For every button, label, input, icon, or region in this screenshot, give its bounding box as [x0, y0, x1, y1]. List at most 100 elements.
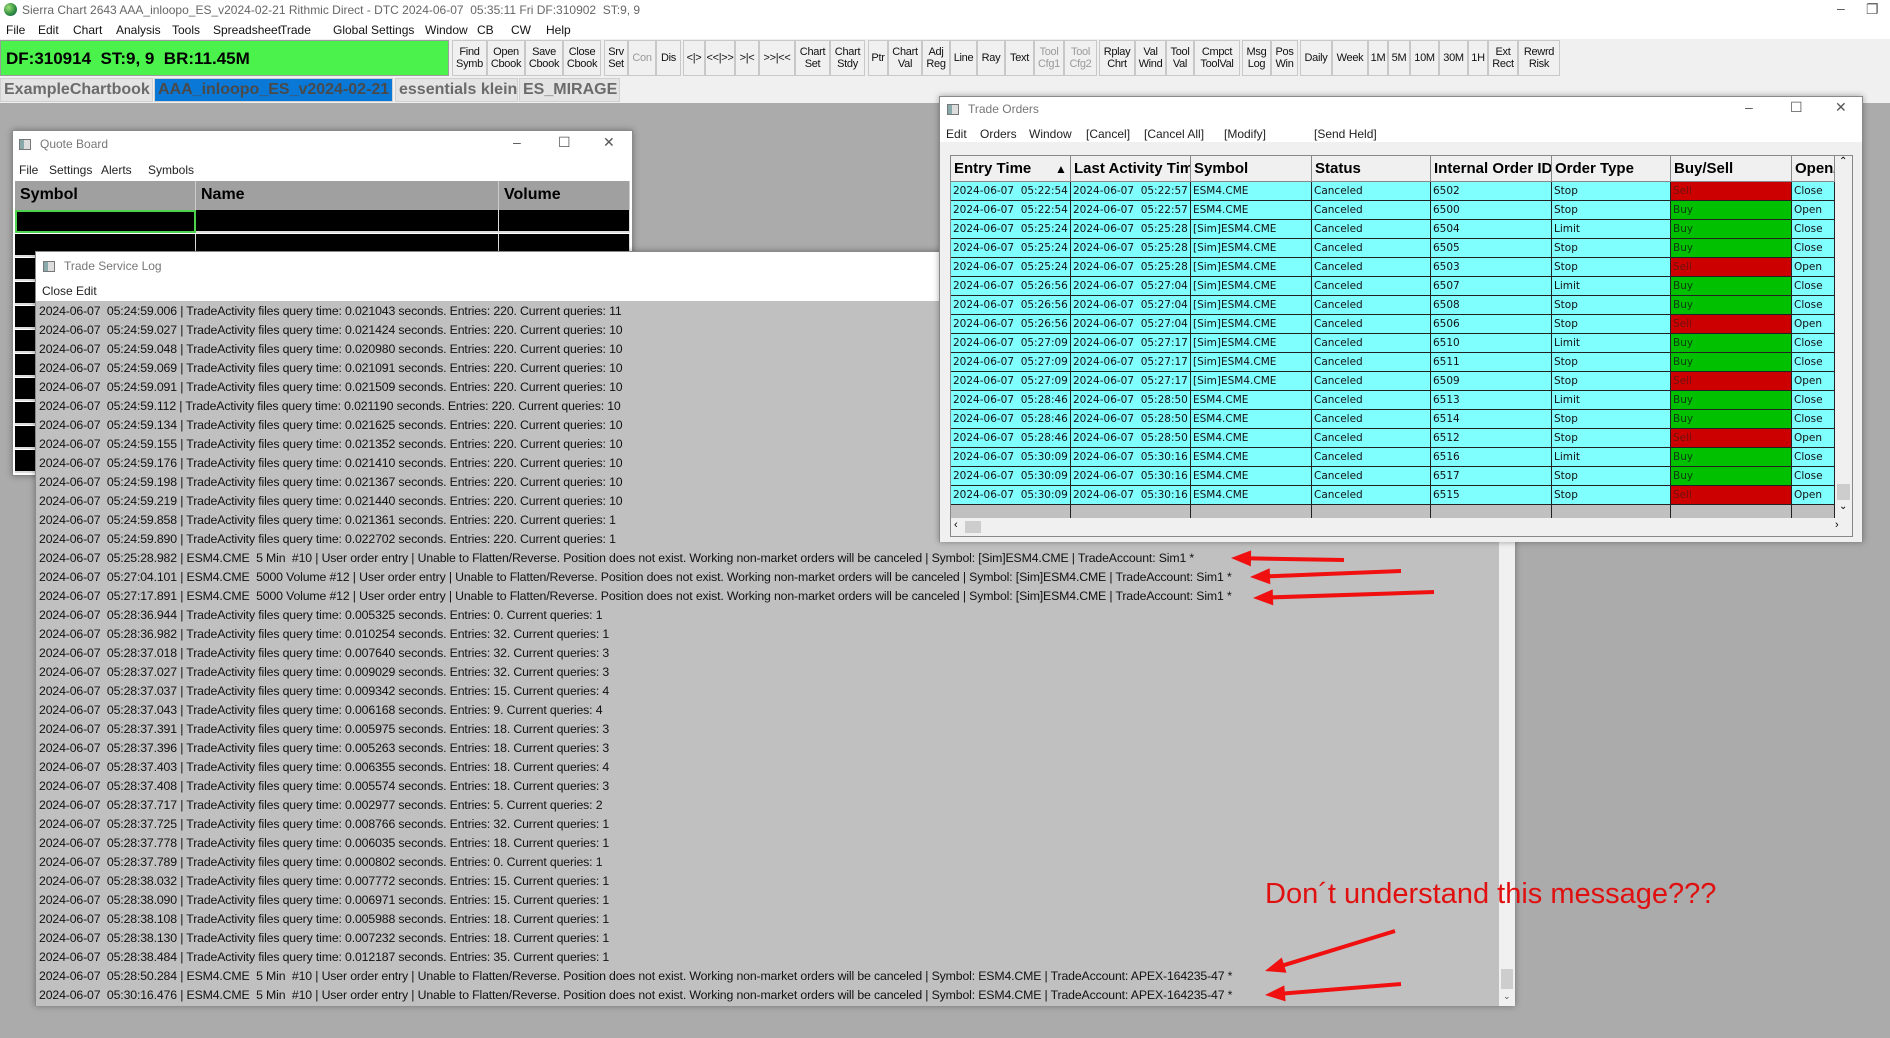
- order-cell-buy-sell[interactable]: Buy: [1671, 239, 1792, 258]
- menu-file[interactable]: File: [19, 163, 38, 177]
- order-cell-order-type[interactable]: Stop: [1552, 239, 1671, 258]
- order-cell-symbol[interactable]: [Sim]ESM4.CME: [1191, 296, 1312, 315]
- scroll-down-icon[interactable]: ⌄: [1503, 991, 1511, 1002]
- order-cell-open-close[interactable]: Open: [1792, 486, 1835, 505]
- order-cell-status[interactable]: Canceled: [1312, 410, 1431, 429]
- week-button[interactable]: Week: [1332, 40, 1368, 76]
- 30m-button[interactable]: 30M: [1439, 40, 1468, 76]
- order-cell-status[interactable]: Canceled: [1312, 467, 1431, 486]
- column-header-volume[interactable]: Volume: [499, 181, 630, 210]
- order-cell-buy-sell[interactable]: Buy: [1671, 277, 1792, 296]
- column-header-name[interactable]: Name: [196, 181, 499, 210]
- order-cell-status[interactable]: Canceled: [1312, 372, 1431, 391]
- order-cell-last-activity-time[interactable]: 2024-06-07 05:27:04: [1071, 277, 1191, 296]
- order-cell-status[interactable]: Canceled: [1312, 239, 1431, 258]
- order-cell-internal-order-id[interactable]: 6507: [1431, 277, 1552, 296]
- menu-cw[interactable]: CW: [511, 23, 531, 37]
- tab-es-mirage[interactable]: ES_MIRAGE: [519, 78, 620, 102]
- order-cell-symbol[interactable]: ESM4.CME: [1191, 201, 1312, 220]
- column-header-symbol[interactable]: Symbol: [1191, 156, 1312, 182]
- ray-button[interactable]: Ray: [977, 40, 1005, 76]
- order-cell-last-activity-time[interactable]: 2024-06-07 05:27:04: [1071, 315, 1191, 334]
- order-cell-entry-time[interactable]: 2024-06-07 05:27:09: [951, 372, 1071, 391]
- order-cell-internal-order-id[interactable]: 6508: [1431, 296, 1552, 315]
- restore-icon[interactable]: ❐: [1866, 1, 1879, 18]
- order-cell-symbol[interactable]: [Sim]ESM4.CME: [1191, 315, 1312, 334]
- order-cell-entry-time[interactable]: 2024-06-07 05:27:09: [951, 334, 1071, 353]
- order-cell-last-activity-time[interactable]: 2024-06-07 05:27:17: [1071, 353, 1191, 372]
- order-cell-buy-sell[interactable]: Sell: [1671, 182, 1792, 201]
- column-header-internal-order-id[interactable]: Internal Order ID: [1431, 156, 1552, 182]
- dis-button[interactable]: Dis: [656, 40, 681, 76]
- order-cell-last-activity-time[interactable]: 2024-06-07 05:22:57: [1071, 201, 1191, 220]
- order-cell-buy-sell[interactable]: Buy: [1671, 201, 1792, 220]
- order-cell-buy-sell[interactable]: Buy: [1671, 448, 1792, 467]
- 5m-button[interactable]: 5M: [1388, 40, 1410, 76]
- menu-close[interactable]: Close: [42, 284, 73, 298]
- adj-reg-button[interactable]: Adj Reg: [922, 40, 950, 76]
- srv-set-button[interactable]: Srv Set: [604, 40, 628, 76]
- ext-rect-button[interactable]: Ext Rect: [1488, 40, 1518, 76]
- order-cell-entry-time[interactable]: 2024-06-07 05:26:56: [951, 296, 1071, 315]
- tool-cfg2-button[interactable]: Tool Cfg2: [1064, 40, 1097, 76]
- order-cell-open-close[interactable]: Open: [1792, 429, 1835, 448]
- order-cell-internal-order-id[interactable]: 6515: [1431, 486, 1552, 505]
- order-cell-buy-sell[interactable]: Buy: [1671, 334, 1792, 353]
- order-cell-order-type[interactable]: Stop: [1552, 182, 1671, 201]
- menu-help[interactable]: Help: [546, 23, 571, 37]
- menu-file[interactable]: File: [6, 23, 25, 37]
- order-cell-status[interactable]: Canceled: [1312, 429, 1431, 448]
- order-cell-symbol[interactable]: [Sim]ESM4.CME: [1191, 258, 1312, 277]
- order-cell-entry-time[interactable]: 2024-06-07 05:28:46: [951, 429, 1071, 448]
- menu-orders[interactable]: Orders: [980, 127, 1017, 141]
- menu-edit[interactable]: Edit: [946, 127, 967, 141]
- order-cell-symbol[interactable]: ESM4.CME: [1191, 486, 1312, 505]
- menu-tools[interactable]: Tools: [172, 23, 200, 37]
- order-cell-symbol[interactable]: [Sim]ESM4.CME: [1191, 277, 1312, 296]
- order-cell-entry-time[interactable]: 2024-06-07 05:30:09: [951, 448, 1071, 467]
- order-cell-internal-order-id[interactable]: 6517: [1431, 467, 1552, 486]
- order-cell-buy-sell[interactable]: Buy: [1671, 410, 1792, 429]
- order-cell-status[interactable]: Canceled: [1312, 296, 1431, 315]
- order-cell-buy-sell[interactable]: Sell: [1671, 429, 1792, 448]
- order-cell-internal-order-id[interactable]: 6513: [1431, 391, 1552, 410]
- scroll-down-icon[interactable]: ⌄: [1839, 501, 1847, 512]
- tool-cfg1-button[interactable]: Tool Cfg1: [1034, 40, 1064, 76]
- order-cell-last-activity-time[interactable]: 2024-06-07 05:30:16: [1071, 467, 1191, 486]
- order-cell-symbol[interactable]: ESM4.CME: [1191, 467, 1312, 486]
- order-cell-open-close[interactable]: Close: [1792, 391, 1835, 410]
- order-cell-order-type[interactable]: Stop: [1552, 410, 1671, 429]
- order-cell-last-activity-time[interactable]: 2024-06-07 05:30:16: [1071, 486, 1191, 505]
- order-cell-internal-order-id[interactable]: 6505: [1431, 239, 1552, 258]
- order-cell-entry-time[interactable]: 2024-06-07 05:28:46: [951, 391, 1071, 410]
- order-cell-open-close[interactable]: Close: [1792, 448, 1835, 467]
- order-cell-open-close[interactable]: Close: [1792, 410, 1835, 429]
- column-header-open-close[interactable]: Open/Close: [1792, 156, 1835, 182]
- chart-set-button[interactable]: Chart Set: [795, 40, 830, 76]
- cmpct-toolval-button[interactable]: Cmpct ToolVal: [1194, 40, 1240, 76]
- menu-edit[interactable]: Edit: [38, 23, 59, 37]
- tool-val-button[interactable]: Tool Val: [1166, 40, 1194, 76]
- order-cell-order-type[interactable]: Stop: [1552, 315, 1671, 334]
- menu-cancel[interactable]: [Cancel]: [1086, 127, 1130, 141]
- order-cell-symbol[interactable]: [Sim]ESM4.CME: [1191, 353, 1312, 372]
- order-cell-order-type[interactable]: Stop: [1552, 258, 1671, 277]
- order-cell-open-close[interactable]: Close: [1792, 467, 1835, 486]
- order-cell-internal-order-id[interactable]: 6509: [1431, 372, 1552, 391]
- order-cell-order-type[interactable]: Limit: [1552, 277, 1671, 296]
- order-cell-buy-sell[interactable]: Sell: [1671, 486, 1792, 505]
- order-cell-symbol[interactable]: ESM4.CME: [1191, 448, 1312, 467]
- order-cell-internal-order-id[interactable]: 6510: [1431, 334, 1552, 353]
- order-cell-buy-sell[interactable]: Sell: [1671, 258, 1792, 277]
- menu-global-settings[interactable]: Global Settings: [333, 23, 414, 37]
- line-button[interactable]: Line: [950, 40, 977, 76]
- text-button[interactable]: Text: [1005, 40, 1034, 76]
- order-cell-status[interactable]: Canceled: [1312, 277, 1431, 296]
- menu-spreadsheet[interactable]: Spreadsheet: [213, 23, 281, 37]
- order-cell-entry-time[interactable]: 2024-06-07 05:25:24: [951, 239, 1071, 258]
- scroll-thumb[interactable]: [1837, 484, 1850, 500]
- val-wind-button[interactable]: Val Wind: [1135, 40, 1166, 76]
- order-cell-internal-order-id[interactable]: 6511: [1431, 353, 1552, 372]
- scroll-left-icon[interactable]: ‹: [954, 519, 958, 531]
- order-cell-last-activity-time[interactable]: 2024-06-07 05:28:50: [1071, 391, 1191, 410]
